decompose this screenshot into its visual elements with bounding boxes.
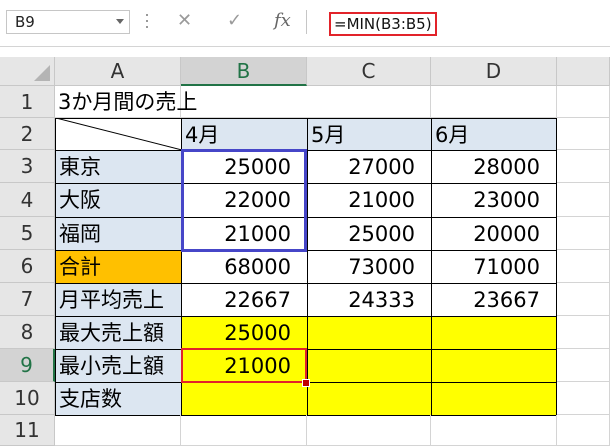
cell-c11[interactable] [307,415,431,446]
cell-c2-month[interactable]: 5月 [307,118,432,151]
cell-e10[interactable] [557,382,610,415]
cell-a11[interactable] [55,415,181,446]
cell-a3-branch[interactable]: 東京 [55,150,182,184]
select-all-icon [34,65,50,81]
cell-c10[interactable] [307,382,432,416]
cell-c1[interactable] [307,86,431,118]
column-header-a[interactable]: A [55,57,181,86]
column-header-b[interactable]: B [181,57,307,86]
cell-d9[interactable] [431,349,557,383]
cell-d6[interactable]: 71000 [431,250,557,284]
cell-c4[interactable]: 21000 [307,183,432,218]
cell-c3[interactable]: 27000 [307,150,432,184]
cell-c5[interactable]: 25000 [307,217,432,251]
column-header-d[interactable]: D [431,57,557,86]
column-header-c[interactable]: C [307,57,431,86]
cell-d7[interactable]: 23667 [431,283,557,317]
row-header-7[interactable]: 7 [0,283,55,316]
cell-d5[interactable]: 20000 [431,217,557,251]
row-header-8[interactable]: 8 [0,316,55,349]
cell-d10[interactable] [431,382,557,416]
formula-bar-grip-icon[interactable] [146,14,149,30]
row-header-3[interactable]: 3 [0,150,55,183]
column-header-e[interactable] [557,57,610,86]
name-box-dropdown-icon[interactable] [116,19,124,24]
cell-a1-title[interactable]: 3か月間の売上 [55,86,197,118]
name-box-value: B9 [15,13,35,31]
cell-e3[interactable] [557,150,610,183]
cell-e1[interactable] [557,86,610,118]
cell-c7[interactable]: 24333 [307,283,432,317]
cell-a4-branch[interactable]: 大阪 [55,183,182,218]
formula-text: =MIN(B3:B5) [329,12,437,36]
cell-e7[interactable] [557,283,610,316]
row-header-10[interactable]: 10 [0,382,55,415]
cell-b9-min[interactable]: 21000 [181,349,308,383]
cancel-icon[interactable]: ✕ [177,10,192,34]
row-header-9[interactable]: 9 [0,349,55,382]
cell-d3[interactable]: 28000 [431,150,557,184]
cell-c9[interactable] [307,349,432,383]
cell-a10-count-label[interactable]: 支店数 [55,382,182,416]
cell-b11[interactable] [181,415,307,446]
row-header-5[interactable]: 5 [0,217,55,250]
cell-b7[interactable]: 22667 [181,283,308,317]
cell-b1[interactable] [181,86,307,118]
row-header-4[interactable]: 4 [0,183,55,217]
insert-function-icon[interactable]: fx [274,10,291,34]
fill-handle[interactable] [302,379,310,387]
cell-b4[interactable]: 22000 [181,183,308,218]
cell-b6[interactable]: 68000 [181,250,308,284]
cell-e2[interactable] [557,118,610,150]
cell-e5[interactable] [557,217,610,250]
formula-input[interactable]: =MIN(B3:B5) [306,10,610,36]
cell-d1[interactable] [431,86,557,118]
cell-a5-branch[interactable]: 福岡 [55,217,182,251]
cell-b8-max[interactable]: 25000 [181,316,308,350]
cell-d4[interactable]: 23000 [431,183,557,218]
cell-a9-min-label[interactable]: 最小売上額 [55,349,182,383]
cell-e6[interactable] [557,250,610,283]
row-header-1[interactable]: 1 [0,86,55,118]
cell-e11[interactable] [557,415,610,446]
cell-d2-month[interactable]: 6月 [431,118,557,151]
diagonal-divider-line [56,118,182,150]
cell-a7-average-label[interactable]: 月平均売上 [55,283,182,317]
cell-e9[interactable] [557,349,610,382]
cell-b2-month[interactable]: 4月 [181,118,308,151]
row-header-11[interactable]: 11 [0,415,55,446]
cell-e4[interactable] [557,183,610,217]
cell-b10[interactable] [181,382,308,416]
row-header-6[interactable]: 6 [0,250,55,283]
cell-c6[interactable]: 73000 [307,250,432,284]
cell-a8-max-label[interactable]: 最大売上額 [55,316,182,350]
cell-b3[interactable]: 25000 [181,150,308,184]
cell-b5[interactable]: 21000 [181,217,308,251]
select-all-button[interactable] [0,57,55,86]
formula-bar: B9 ✕ ✓ fx =MIN(B3:B5) [0,0,610,47]
cell-a6-total-label[interactable]: 合計 [55,250,182,284]
cell-d8[interactable] [431,316,557,350]
cell-d11[interactable] [431,415,557,446]
name-box[interactable]: B9 [6,10,130,34]
cell-c8[interactable] [307,316,432,350]
cell-e8[interactable] [557,316,610,349]
row-header-2[interactable]: 2 [0,118,55,150]
enter-icon[interactable]: ✓ [227,10,242,34]
